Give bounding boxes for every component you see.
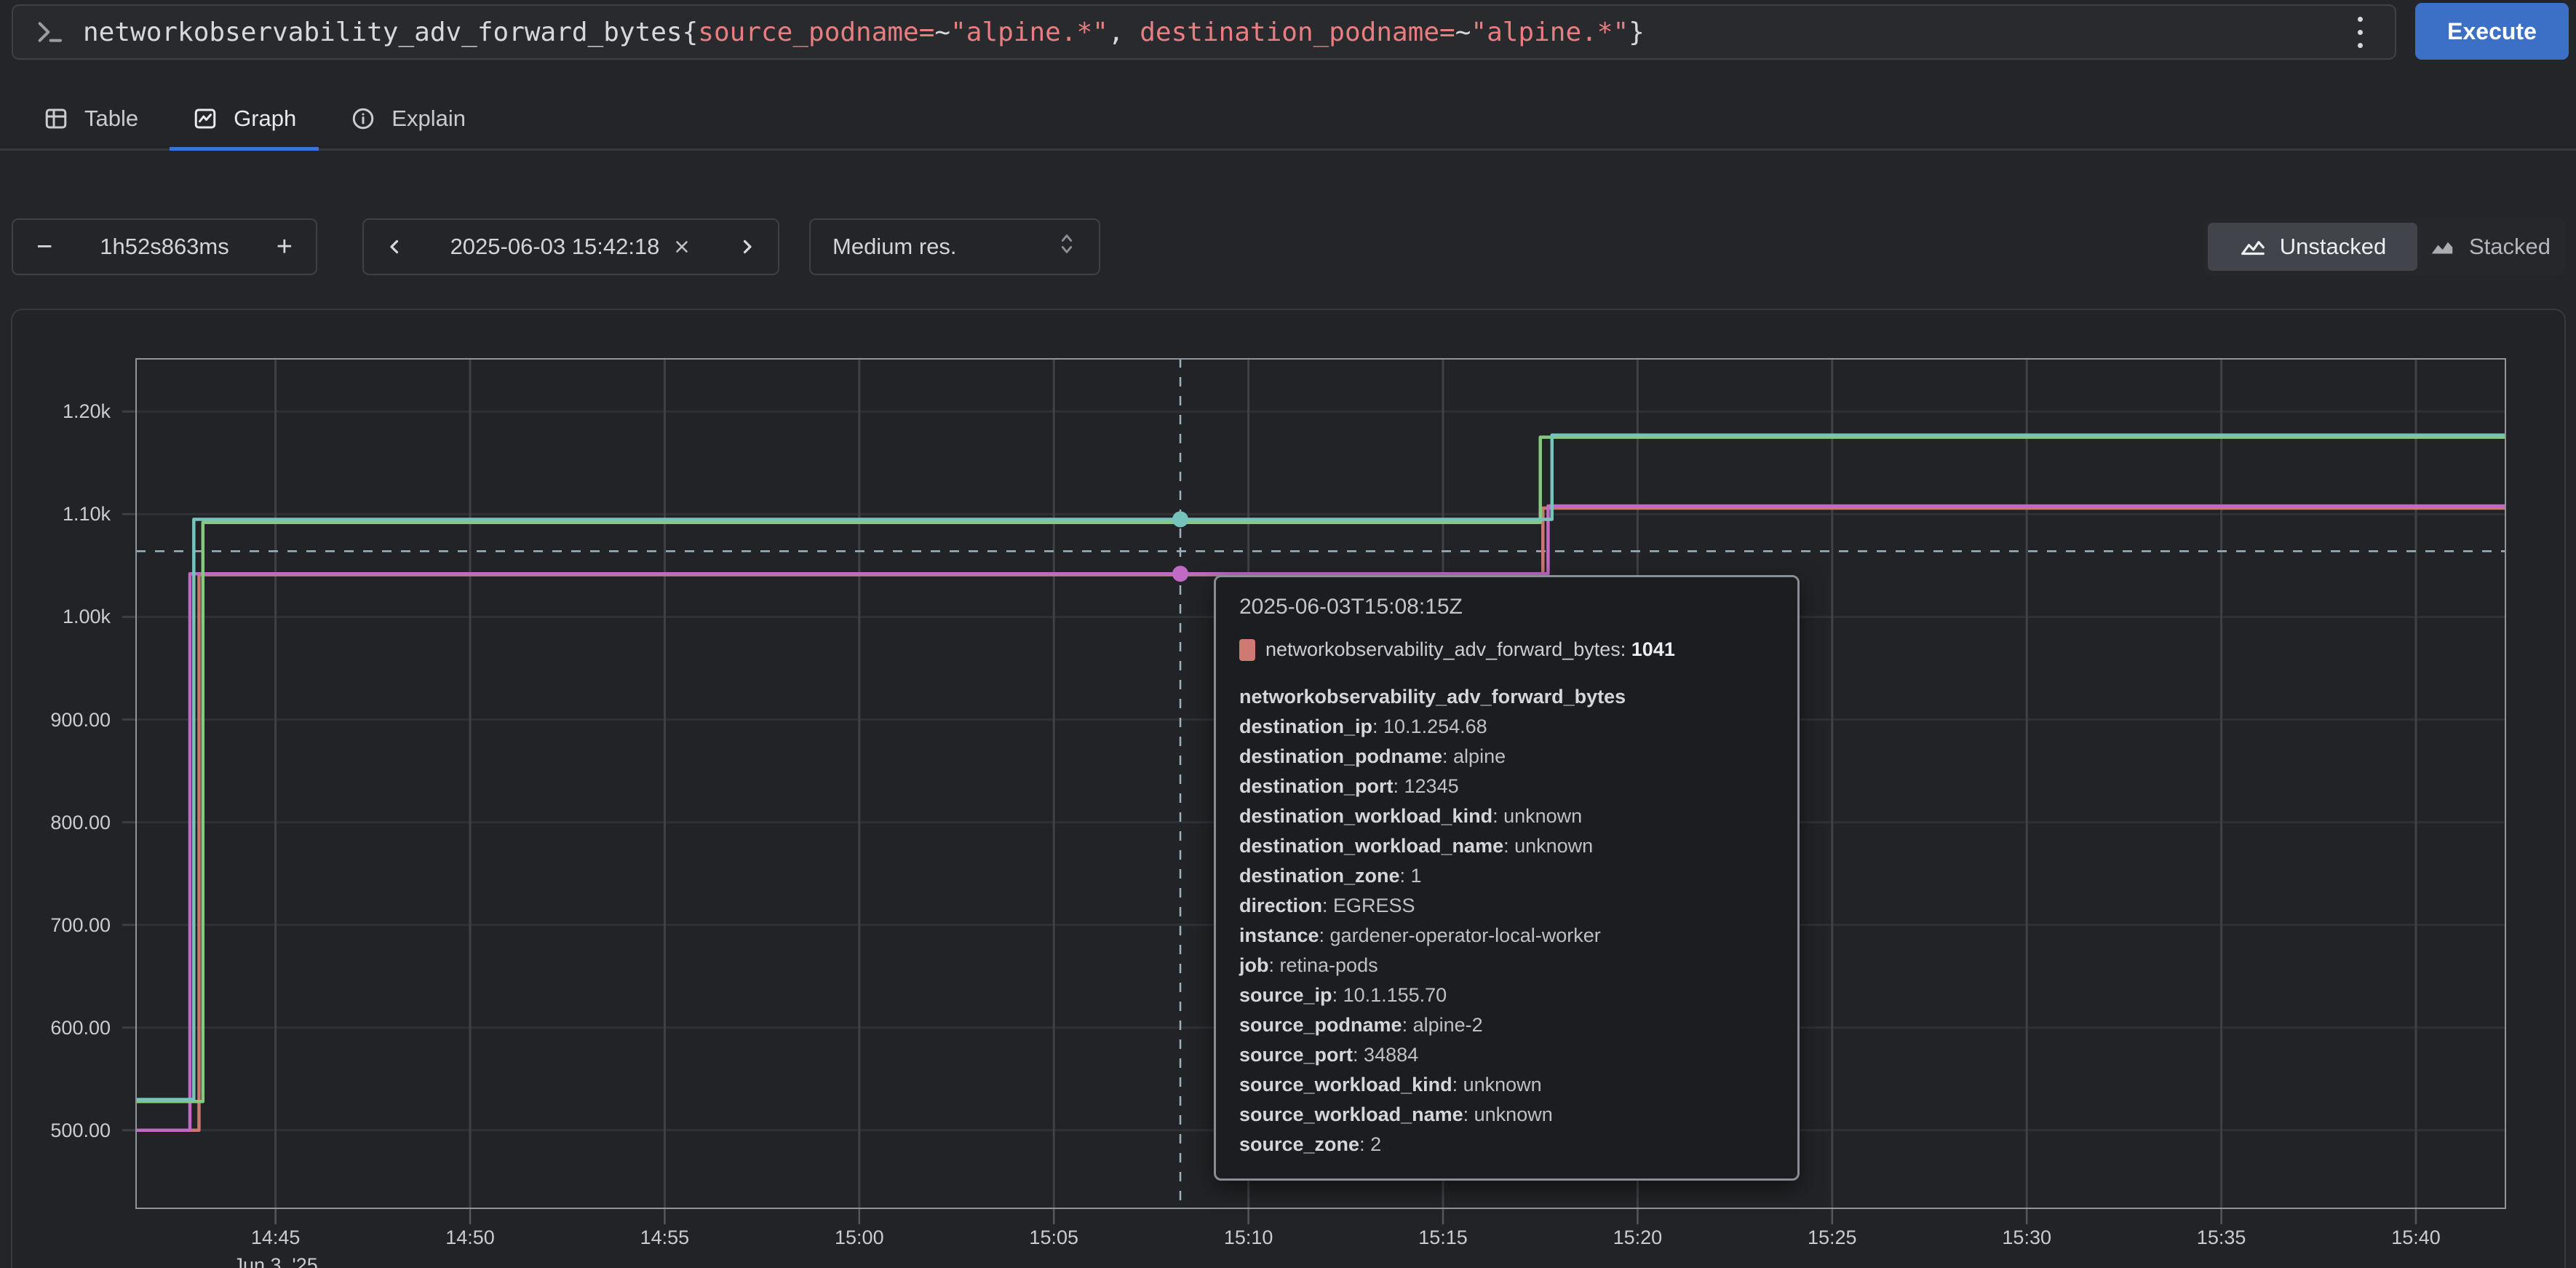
increase-range-button[interactable]: + — [277, 233, 293, 261]
query-token-label: destination_podname — [1140, 17, 1439, 47]
tab-explain-label: Explain — [391, 106, 466, 132]
query-token-punct: ~ — [934, 17, 950, 47]
previous-time-button[interactable] — [384, 236, 406, 258]
area-filled-icon — [2428, 233, 2456, 261]
query-token-label: = — [919, 17, 935, 47]
tab-table[interactable]: Table — [20, 89, 161, 148]
unstacked-button[interactable]: Unstacked — [2208, 223, 2417, 271]
stacked-label: Stacked — [2469, 234, 2551, 260]
end-time-control: 2025-06-03 15:42:18 — [362, 218, 779, 275]
query-token-label: = — [1439, 17, 1455, 47]
query-input[interactable]: networkobservability_adv_forward_bytes{s… — [12, 4, 2396, 60]
tab-graph[interactable]: Graph — [170, 89, 319, 148]
query-token-metric: networkobservability_adv_forward_bytes — [83, 17, 683, 47]
query-token-punct: ~ — [1455, 17, 1471, 47]
range-duration-control: − 1h52s863ms + — [12, 218, 317, 275]
tab-graph-label: Graph — [234, 106, 296, 132]
clear-time-icon[interactable] — [672, 237, 691, 256]
query-token-punct: , — [1108, 17, 1140, 47]
query-token-string: "alpine.*" — [950, 17, 1108, 47]
end-time-value[interactable]: 2025-06-03 15:42:18 — [450, 234, 660, 260]
query-options-kebab-icon[interactable] — [2348, 9, 2373, 55]
graph-panel — [11, 309, 2566, 1268]
resolution-select[interactable]: Medium res. — [809, 218, 1100, 275]
decrease-range-button[interactable]: − — [36, 233, 52, 261]
select-chevrons-icon — [1057, 231, 1077, 262]
query-token-label: source_podname — [698, 17, 918, 47]
next-time-button[interactable] — [736, 236, 758, 258]
graph-controls: − 1h52s863ms + 2025-06-03 15:42:18 Mediu… — [12, 218, 2566, 275]
tab-explain[interactable]: Explain — [327, 89, 488, 148]
resolution-value: Medium res. — [832, 234, 957, 260]
info-icon — [350, 106, 376, 132]
unstacked-label: Unstacked — [2280, 234, 2386, 260]
result-tabs: Table Graph Explain — [0, 89, 2576, 151]
execute-button[interactable]: Execute — [2415, 3, 2569, 60]
terminal-prompt-icon — [35, 17, 64, 47]
graph-icon — [192, 106, 218, 132]
range-duration-value[interactable]: 1h52s863ms — [100, 234, 229, 260]
area-outline-icon — [2239, 233, 2267, 261]
query-token-string: "alpine.*" — [1471, 17, 1629, 47]
query-token-punct: { — [683, 17, 699, 47]
promql-expression[interactable]: networkobservability_adv_forward_bytes{s… — [83, 17, 1645, 47]
tab-table-label: Table — [84, 106, 138, 132]
stacking-toggle: Unstacked Stacked — [2203, 218, 2566, 275]
query-token-punct: } — [1629, 17, 1645, 47]
stacked-button[interactable]: Stacked — [2417, 223, 2561, 271]
table-icon — [43, 106, 69, 132]
